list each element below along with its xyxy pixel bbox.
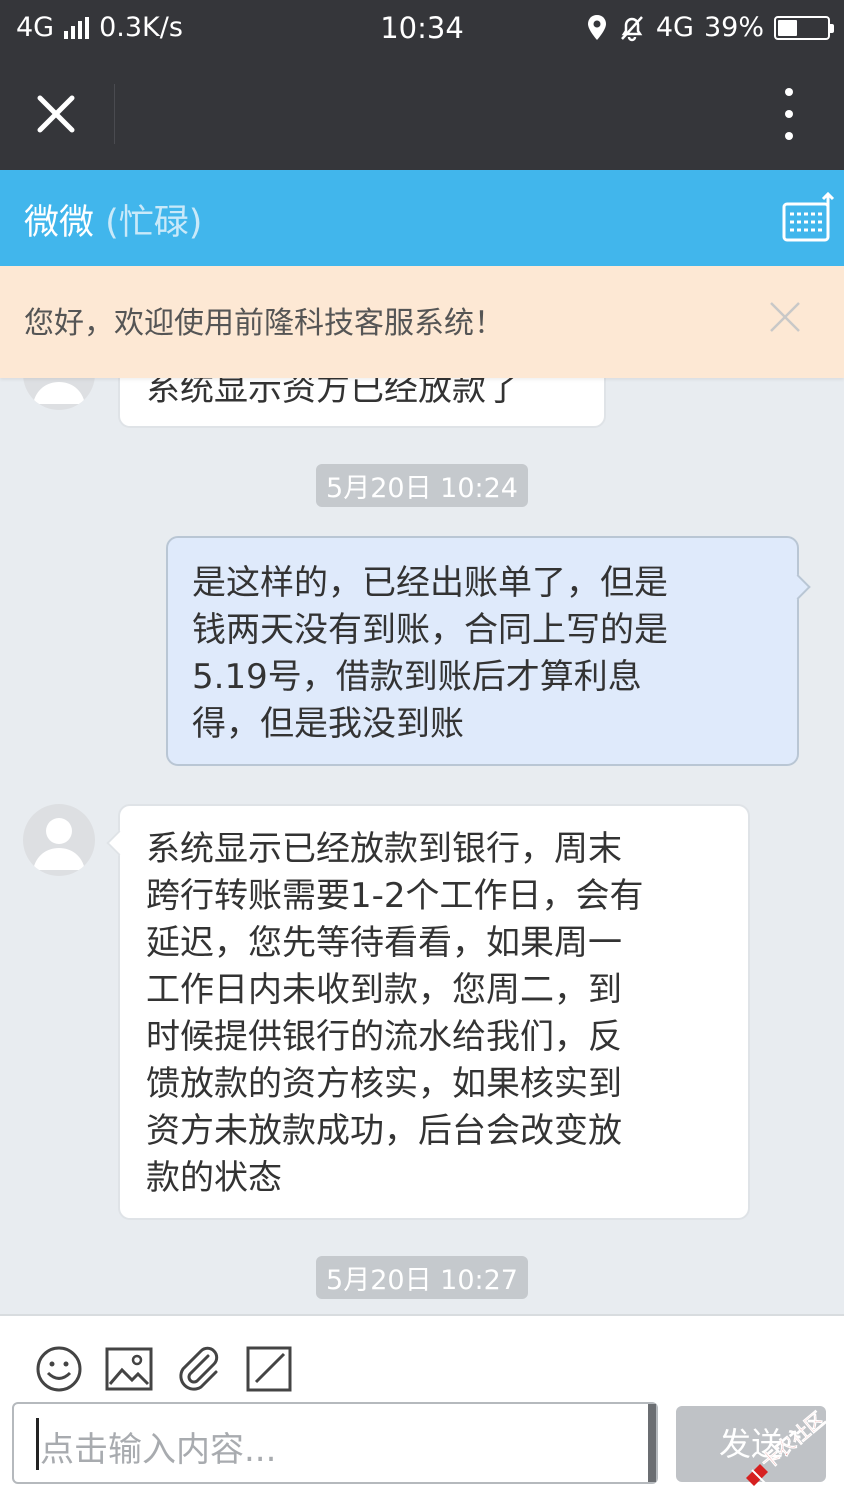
input-edge bbox=[648, 1404, 656, 1482]
message-line: 时候提供银行的流水给我们，反 bbox=[146, 1017, 622, 1057]
message-line: 钱两天没有到账，合同上写的是 bbox=[192, 610, 668, 650]
agent-avatar bbox=[23, 804, 95, 876]
location-icon bbox=[587, 14, 606, 40]
contact-title: 微微 (忙碌) bbox=[24, 194, 202, 245]
message-line: 款的状态 bbox=[146, 1158, 282, 1198]
close-icon[interactable] bbox=[30, 88, 82, 140]
text-caret bbox=[36, 1418, 39, 1470]
message-bubble: 是这样的，已经出账单了，但是 钱两天没有到账，合同上写的是 5.19号，借款到账… bbox=[166, 536, 811, 766]
network-type-2: 4G bbox=[655, 12, 694, 43]
chat-area[interactable]: 系统显示资方已经放款了 5月20日 10:24 是这样的，已经出账单了，但是 钱… bbox=[0, 266, 844, 1314]
message-line: 工作日内未收到款，您周二，到 bbox=[146, 970, 622, 1010]
app-bar bbox=[0, 58, 844, 170]
app-bar-divider bbox=[114, 84, 115, 144]
notice-text: 您好，欢迎使用前隆科技客服系统！ bbox=[24, 306, 504, 341]
image-icon[interactable] bbox=[104, 1344, 154, 1394]
edit-icon[interactable] bbox=[244, 1344, 294, 1394]
message-line: 延迟，您先等待看看，如果周一 bbox=[146, 923, 622, 963]
timestamp: 5月20日 10:27 bbox=[0, 1256, 844, 1299]
message-line: 5.19号，借款到账后才算利息 bbox=[192, 657, 642, 697]
chat-header: 微微 (忙碌) bbox=[0, 170, 844, 266]
message-input[interactable]: 点击输入内容... bbox=[12, 1402, 658, 1484]
battery-icon bbox=[774, 15, 834, 40]
battery-percent: 39% bbox=[703, 12, 764, 43]
message-line: 得，但是我没到账 bbox=[192, 704, 464, 744]
watermark-logo: 卡农社区 bbox=[746, 1408, 830, 1486]
message-line: 馈放款的资方核实，如果核实到 bbox=[146, 1064, 622, 1104]
input-placeholder: 点击输入内容... bbox=[40, 1430, 277, 1470]
contact-name: 微微 bbox=[24, 203, 95, 243]
chat-history-icon[interactable] bbox=[780, 190, 836, 246]
message-line: 是这样的，已经出账单了，但是 bbox=[192, 563, 668, 603]
close-notice-icon[interactable] bbox=[768, 300, 802, 334]
attachment-icon[interactable] bbox=[174, 1344, 224, 1394]
message-bubble: 系统显示已经放款到银行，周末 跨行转账需要1-2个工作日，会有 延迟，您先等待看… bbox=[106, 804, 750, 1220]
emoji-icon[interactable] bbox=[34, 1344, 84, 1394]
more-options-icon[interactable] bbox=[782, 88, 796, 140]
welcome-notice: 您好，欢迎使用前隆科技客服系统！ bbox=[0, 266, 844, 378]
status-bar: 4G 0.3K/s 10:34 4G 39% bbox=[0, 0, 844, 58]
message-line: 系统显示已经放款到银行，周末 bbox=[146, 829, 622, 869]
status-right: 4G 39% bbox=[586, 12, 834, 43]
message-line: 资方未放款成功，后台会改变放 bbox=[146, 1111, 622, 1151]
alarm-off-icon bbox=[620, 15, 643, 41]
message-line: 跨行转账需要1-2个工作日，会有 bbox=[146, 876, 644, 916]
timestamp: 5月20日 10:24 bbox=[0, 464, 844, 507]
svg-text:卡农社区: 卡农社区 bbox=[756, 1408, 829, 1474]
contact-status: (忙碌) bbox=[105, 203, 203, 243]
